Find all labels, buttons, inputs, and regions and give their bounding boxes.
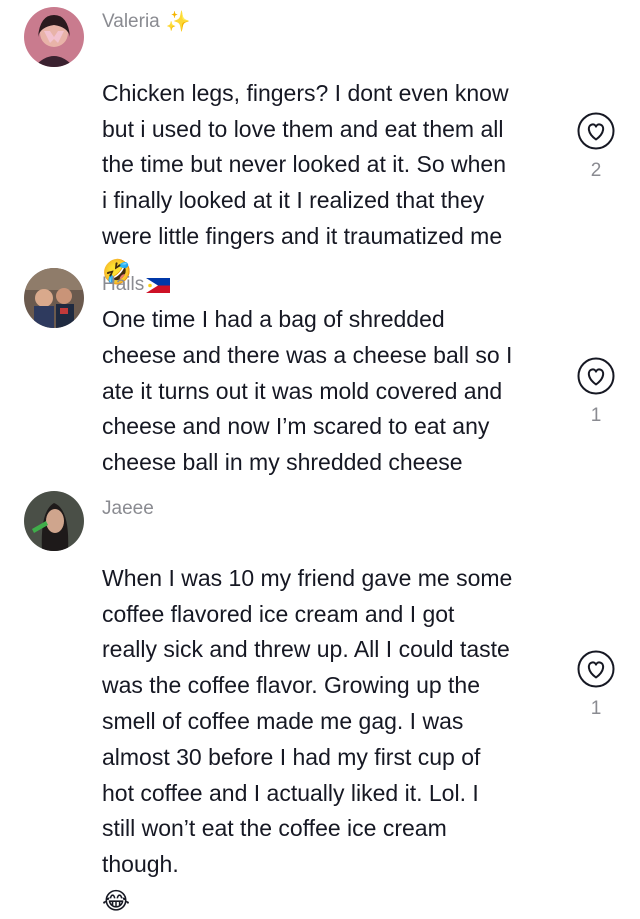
comment-text: When I was 10 my friend gave me some cof… (102, 525, 562, 919)
like-control: 2 (566, 112, 626, 182)
sparkles-emoji: ✨ (165, 11, 191, 33)
avatar[interactable] (24, 491, 84, 551)
comment-item: Hails One time I had a bag of shredded c… (0, 265, 640, 488)
heart-outline-icon[interactable] (577, 357, 615, 395)
username[interactable]: Hails (102, 274, 144, 296)
like-count: 1 (590, 698, 602, 719)
username-row: Valeria ✨ (102, 9, 191, 35)
avatar[interactable] (24, 7, 84, 67)
comment-item: Valeria ✨ Chicken legs, fingers? I dont … (0, 0, 640, 284)
comment-item: Jaeee When I was 10 my friend gave me so… (0, 488, 640, 913)
comment-body: When I was 10 my friend gave me some cof… (102, 564, 513, 878)
comment-text: One time I had a bag of shredded cheese … (102, 306, 513, 476)
username[interactable]: Jaeee (102, 498, 154, 520)
heart-outline-icon[interactable] (577, 112, 615, 150)
username-row: Hails (102, 272, 171, 298)
like-control: 1 (566, 650, 626, 720)
like-count: 1 (590, 405, 602, 426)
philippines-flag (146, 277, 171, 293)
heart-outline-icon[interactable] (577, 650, 615, 688)
like-control: 1 (566, 357, 626, 427)
username[interactable]: Valeria (102, 11, 160, 33)
like-count: 2 (590, 160, 602, 181)
username-row: Jaeee (102, 496, 154, 522)
tears-of-joy-emoji: 😂 (102, 887, 131, 915)
comment-body: Chicken legs, fingers? I dont even know … (102, 79, 509, 249)
avatar[interactable] (24, 268, 84, 328)
